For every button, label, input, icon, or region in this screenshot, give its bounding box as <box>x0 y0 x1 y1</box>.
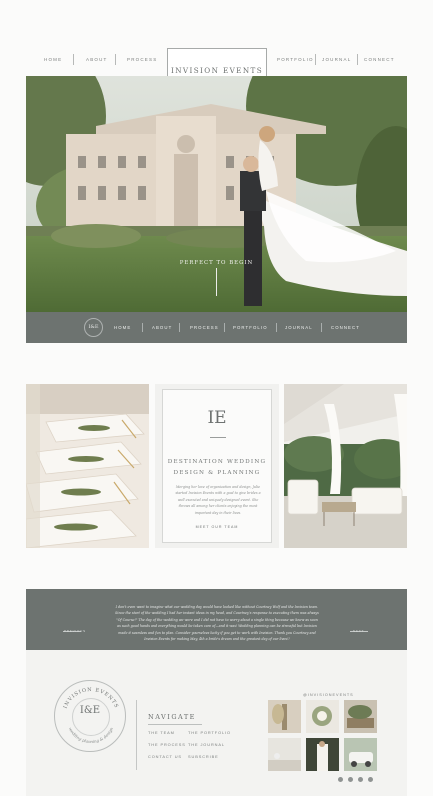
secondary-navigation-bar: I&E HOME ABOUT PROCESS PORTFOLIO JOURNAL… <box>26 312 407 343</box>
navbar-divider <box>142 323 143 332</box>
feature-card-frame: IE DESTINATION WEDDING DESIGN & PLANNING… <box>162 389 272 543</box>
navbar-about-link[interactable]: ABOUT <box>152 325 172 330</box>
navbar-journal-link[interactable]: JOURNAL <box>285 325 313 330</box>
navbar-monogram-logo[interactable]: I&E <box>84 318 103 337</box>
nav-about-link[interactable]: ABOUT <box>86 57 108 62</box>
feature-card-title: DESTINATION WEDDING DESIGN & PLANNING <box>163 457 271 479</box>
instagram-thumb[interactable] <box>306 738 339 771</box>
nav-process-link[interactable]: PROCESS <box>127 57 157 62</box>
navbar-home-link[interactable]: HOME <box>114 325 131 330</box>
navbar-divider <box>179 323 180 332</box>
feature-card: IE DESTINATION WEDDING DESIGN & PLANNING… <box>155 384 279 548</box>
footer-nav-title: NAVIGATE <box>148 713 196 721</box>
site-footer: INVISION EVENTS wedding planning & desig… <box>26 650 407 796</box>
feature-title-line-2: DESIGN & PLANNING <box>173 470 261 476</box>
top-navigation: HOME ABOUT PROCESS INVISION EVENTS WEDDI… <box>26 48 407 100</box>
feature-card-body: Merging her love of organization and des… <box>175 485 261 515</box>
nav-divider <box>315 54 316 65</box>
hero-caption: PERFECT TO BEGIN <box>179 260 254 266</box>
footer-link-process[interactable]: THE PROCESS <box>148 742 186 747</box>
instagram-thumb-image <box>268 738 301 771</box>
navbar-divider <box>224 323 225 332</box>
footer-link-portfolio[interactable]: THE PORTFOLIO <box>188 730 231 735</box>
testimonial-band: PREVIOUS I don't even want to imagine wh… <box>26 589 407 650</box>
facebook-icon[interactable] <box>338 777 343 782</box>
badge-monogram: I&E <box>79 705 101 716</box>
footer-link-subscribe[interactable]: SUBSCRIBE <box>188 754 219 759</box>
instagram-thumb[interactable] <box>268 700 301 733</box>
navbar-divider <box>321 323 322 332</box>
meet-our-team-link[interactable]: MEET OUR TEAM <box>163 525 271 529</box>
hero-scroll-line <box>216 268 217 296</box>
nav-journal-link[interactable]: JOURNAL <box>322 57 351 62</box>
instagram-thumb-image <box>306 700 339 733</box>
navbar-divider <box>276 323 277 332</box>
navbar-process-link[interactable]: PROCESS <box>190 325 219 330</box>
instagram-thumb-image <box>344 700 377 733</box>
navbar-connect-link[interactable]: CONNECT <box>331 325 360 330</box>
instagram-handle[interactable]: @INVISIONEVENTS <box>303 693 354 697</box>
feature-title-line-1: DESTINATION WEDDING <box>167 459 267 465</box>
testimonial-quote: I don't even want to imagine what our we… <box>115 605 319 642</box>
logo-title: INVISION EVENTS <box>170 66 264 75</box>
instagram-thumb[interactable] <box>344 738 377 771</box>
instagram-thumb[interactable] <box>306 700 339 733</box>
table-setting-photo <box>26 384 149 548</box>
tent-lounge-photo <box>284 384 407 548</box>
footer-link-journal[interactable]: THE JOURNAL <box>188 742 225 747</box>
instagram-thumb[interactable] <box>268 738 301 771</box>
nav-divider <box>115 54 116 65</box>
nav-divider <box>357 54 358 65</box>
instagram-thumb-image <box>344 738 377 771</box>
nav-portfolio-link[interactable]: PORTFOLIO <box>277 57 314 62</box>
previous-testimonial-button[interactable]: PREVIOUS <box>64 629 86 633</box>
nav-divider <box>73 54 74 65</box>
instagram-icon[interactable] <box>348 777 353 782</box>
next-testimonial-button[interactable]: NEXT <box>353 629 364 633</box>
monogram-logo: IE <box>207 408 227 428</box>
nav-home-link[interactable]: HOME <box>44 57 62 62</box>
instagram-thumb-image <box>268 700 301 733</box>
nav-connect-link[interactable]: CONNECT <box>364 57 395 62</box>
footer-badge-logo: INVISION EVENTS wedding planning & desig… <box>54 680 126 752</box>
table-setting-illustration <box>26 384 149 548</box>
hero-image: PERFECT TO BEGIN <box>26 76 407 312</box>
monogram-divider <box>210 437 226 438</box>
badge-inner-ring <box>72 698 110 736</box>
footer-divider <box>136 700 137 770</box>
instagram-thumb-image <box>306 738 339 771</box>
navbar-portfolio-link[interactable]: PORTFOLIO <box>233 325 268 330</box>
footer-link-team[interactable]: THE TEAM <box>148 730 175 735</box>
tent-lounge-illustration <box>284 384 407 548</box>
email-icon[interactable] <box>358 777 363 782</box>
footer-link-contact[interactable]: CONTACT US <box>148 754 182 759</box>
instagram-thumb[interactable] <box>344 700 377 733</box>
pinterest-icon[interactable] <box>368 777 373 782</box>
footer-nav-rule <box>148 724 202 725</box>
